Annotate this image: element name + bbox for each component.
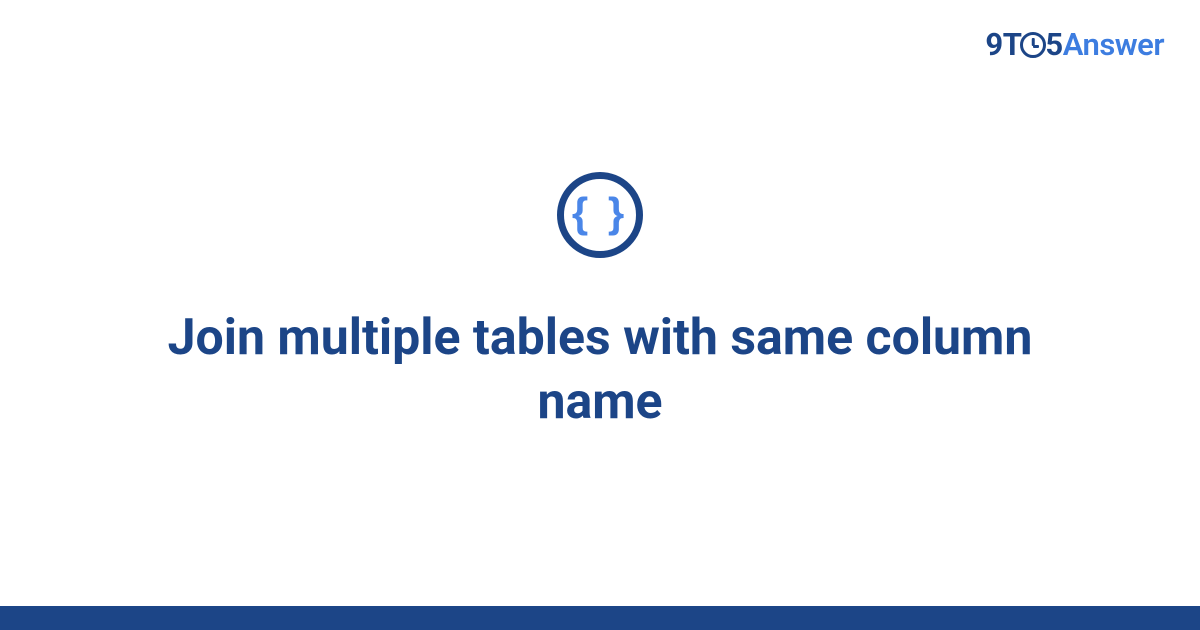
- code-braces-icon: { }: [557, 172, 643, 258]
- page-title: Join multiple tables with same column na…: [120, 306, 1080, 434]
- main-content: { } Join multiple tables with same colum…: [0, 0, 1200, 606]
- braces-glyph: { }: [572, 192, 628, 234]
- footer-bar: [0, 606, 1200, 630]
